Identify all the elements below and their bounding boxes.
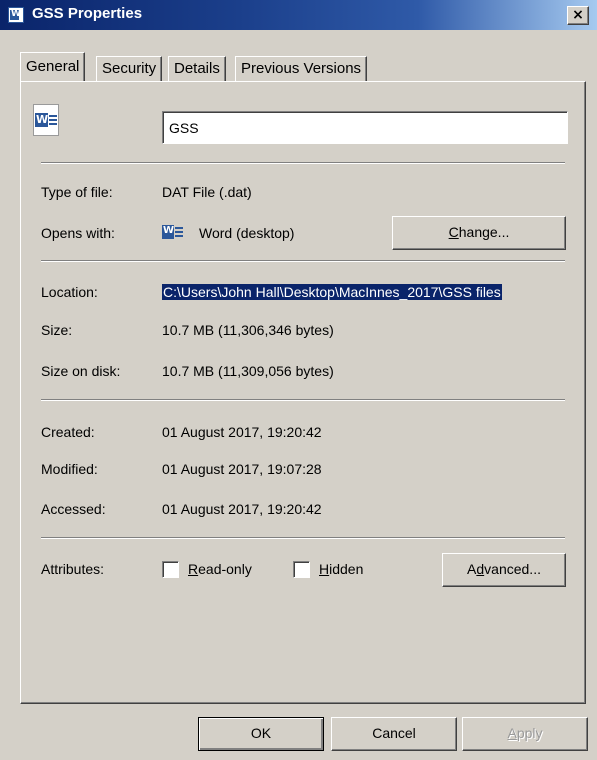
tab-general[interactable]: General (20, 52, 86, 81)
apply-button[interactable]: Apply (462, 717, 588, 751)
ok-button[interactable]: OK (198, 717, 324, 751)
modified-label: Modified: (41, 461, 98, 477)
word-document-icon: W (33, 104, 59, 136)
divider (41, 537, 565, 539)
divider (41, 260, 565, 262)
location-label: Location: (41, 284, 98, 300)
size-on-disk-label: Size on disk: (41, 363, 121, 379)
divider (41, 162, 565, 164)
close-button[interactable]: × (567, 6, 589, 25)
tab-security[interactable]: Security (96, 56, 163, 81)
size-on-disk-value: 10.7 MB (11,309,056 bytes) (162, 363, 334, 379)
title-bar[interactable]: W GSS Properties × (0, 0, 597, 30)
general-tab-panel: W Type of file: DAT File (.dat) Opens wi… (20, 81, 586, 704)
size-label: Size: (41, 322, 73, 338)
read-only-label[interactable]: Read-only (188, 561, 252, 577)
word-app-icon: W (162, 223, 184, 241)
location-value[interactable]: C:\Users\John Hall\Desktop\MacInnes_2017… (162, 284, 502, 300)
change-button[interactable]: Change... (392, 216, 566, 250)
type-of-file-label: Type of file: (41, 184, 113, 200)
tab-previous-versions[interactable]: Previous Versions (235, 56, 368, 81)
opens-with-label: Opens with: (41, 225, 115, 241)
file-name-input[interactable] (162, 111, 568, 144)
read-only-checkbox[interactable] (162, 561, 179, 578)
window-title: GSS Properties (32, 5, 143, 22)
modified-value: 01 August 2017, 19:07:28 (162, 461, 322, 477)
hidden-checkbox[interactable] (293, 561, 310, 578)
size-value: 10.7 MB (11,306,346 bytes) (162, 322, 334, 338)
accessed-value: 01 August 2017, 19:20:42 (162, 501, 322, 517)
opens-with-value: Word (desktop) (199, 225, 295, 241)
cancel-button[interactable]: Cancel (331, 717, 457, 751)
type-of-file-value: DAT File (.dat) (162, 184, 252, 200)
advanced-button[interactable]: Advanced... (442, 553, 566, 587)
accessed-label: Accessed: (41, 501, 106, 517)
divider (41, 399, 565, 401)
created-label: Created: (41, 424, 95, 440)
created-value: 01 August 2017, 19:20:42 (162, 424, 322, 440)
word-document-icon: W (8, 7, 24, 23)
hidden-label[interactable]: Hidden (319, 561, 363, 577)
attributes-label: Attributes: (41, 561, 105, 577)
tab-details[interactable]: Details (168, 56, 226, 81)
